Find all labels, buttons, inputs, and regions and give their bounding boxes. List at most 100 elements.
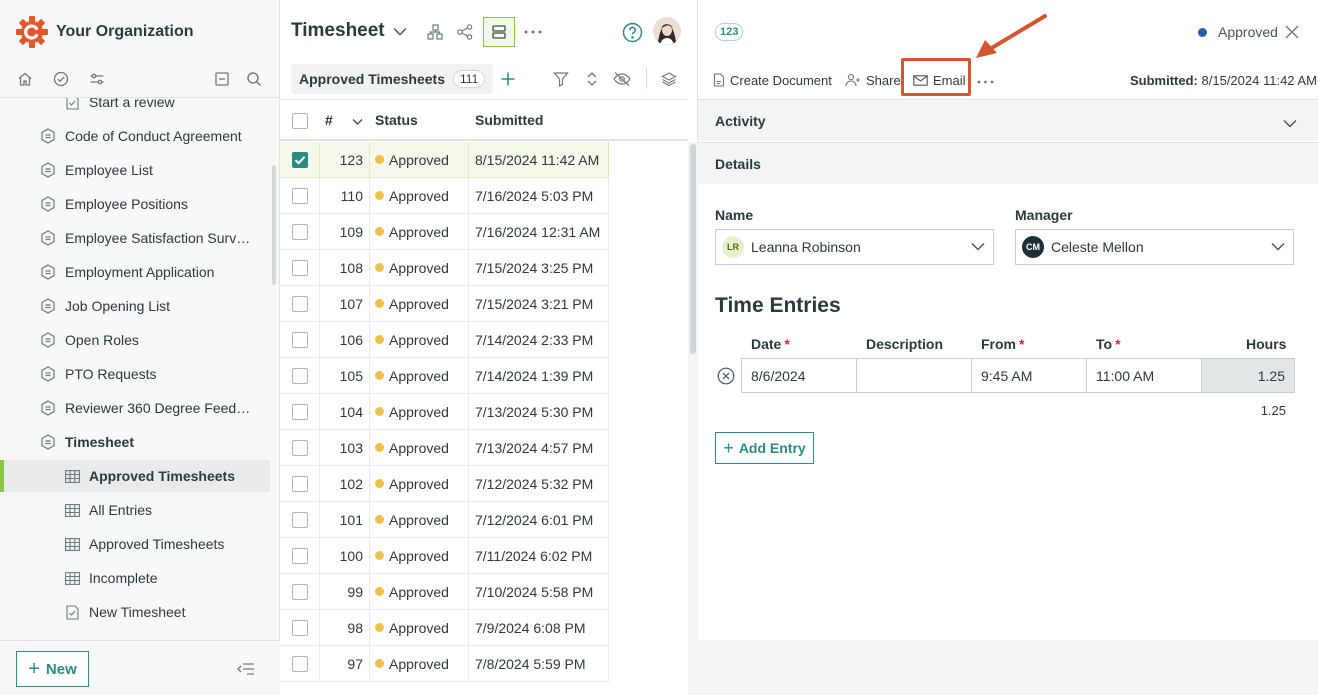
table-row[interactable]: 109 Approved 7/16/2024 12:31 AM: [280, 214, 688, 250]
sidebar-item[interactable]: Incomplete: [0, 562, 270, 594]
table-row[interactable]: 101 Approved 7/12/2024 6:01 PM: [280, 502, 688, 538]
row-select-cell[interactable]: [280, 394, 320, 430]
row-select-cell[interactable]: [280, 358, 320, 394]
row-select-cell[interactable]: [280, 466, 320, 502]
create-document-button[interactable]: Create Document: [713, 70, 832, 90]
sidebar-item[interactable]: Employee Satisfaction Surve...: [0, 222, 270, 254]
row-checkbox[interactable]: [291, 295, 308, 312]
sidebar-item[interactable]: Job Opening List: [0, 290, 270, 322]
table-row[interactable]: 103 Approved 7/13/2024 4:57 PM: [280, 430, 688, 466]
search-icon[interactable]: [244, 69, 264, 89]
column-header-status[interactable]: Status: [375, 112, 418, 128]
share-nodes-icon[interactable]: [453, 18, 477, 46]
layers-icon[interactable]: [658, 68, 680, 90]
view-tab-approved-timesheets[interactable]: Approved Timesheets 111: [291, 64, 494, 94]
row-select-cell[interactable]: [280, 430, 320, 466]
row-select-cell[interactable]: [280, 250, 320, 286]
row-select-cell[interactable]: [280, 286, 320, 322]
help-icon[interactable]: [620, 18, 644, 46]
sidebar-item[interactable]: Open Roles: [0, 324, 270, 356]
collapse-all-icon[interactable]: [212, 69, 232, 89]
close-icon[interactable]: [1283, 23, 1301, 41]
add-view-icon[interactable]: [497, 68, 519, 90]
table-row[interactable]: 97 Approved 7/8/2024 5:59 PM: [280, 646, 688, 682]
table-row[interactable]: 105 Approved 7/14/2024 1:39 PM: [280, 358, 688, 394]
entry-description-input[interactable]: [856, 358, 972, 393]
add-entry-button[interactable]: + Add Entry: [715, 432, 814, 464]
share-button[interactable]: Share: [845, 70, 901, 90]
home-icon[interactable]: [15, 69, 35, 89]
new-button[interactable]: + New: [16, 651, 89, 687]
row-checkbox[interactable]: [291, 583, 308, 600]
sidebar-item[interactable]: PTO Requests: [0, 358, 270, 390]
sort-icon[interactable]: [581, 68, 603, 90]
list-scrollbar[interactable]: [688, 142, 698, 695]
row-select-cell[interactable]: [280, 214, 320, 250]
entry-date-input[interactable]: 8/6/2024: [741, 358, 857, 393]
row-checkbox[interactable]: [291, 367, 308, 384]
sidebar-item[interactable]: Timesheet: [0, 426, 270, 458]
row-checkbox[interactable]: [291, 475, 308, 492]
layout-toggle-button[interactable]: [483, 17, 515, 47]
sidebar-item[interactable]: Start a review: [0, 98, 270, 118]
more-actions-icon[interactable]: [977, 72, 994, 92]
entry-to-input[interactable]: 11:00 AM: [1086, 358, 1202, 393]
hide-fields-icon[interactable]: [611, 68, 633, 90]
table-row[interactable]: 108 Approved 7/15/2024 3:25 PM: [280, 250, 688, 286]
user-avatar[interactable]: [653, 17, 681, 45]
row-checkbox[interactable]: [291, 439, 308, 456]
row-checkbox[interactable]: [291, 151, 308, 168]
table-row[interactable]: 104 Approved 7/13/2024 5:30 PM: [280, 394, 688, 430]
row-select-cell[interactable]: [280, 142, 320, 178]
row-checkbox[interactable]: [291, 619, 308, 636]
sidebar-item[interactable]: Approved Timesheets: [0, 460, 270, 492]
row-select-cell[interactable]: [280, 574, 320, 610]
row-checkbox[interactable]: [291, 655, 308, 672]
collapse-sidebar-icon[interactable]: [236, 661, 256, 677]
table-row[interactable]: 102 Approved 7/12/2024 5:32 PM: [280, 466, 688, 502]
sidebar-item[interactable]: Approved Timesheets: [0, 528, 270, 560]
table-row[interactable]: 123 Approved 8/15/2024 11:42 AM: [280, 142, 688, 178]
org-switcher[interactable]: Your Organization: [16, 16, 193, 48]
sidebar-scrollbar[interactable]: [272, 165, 276, 285]
remove-entry-icon[interactable]: [717, 367, 735, 385]
filter-icon[interactable]: [550, 68, 572, 90]
row-select-cell[interactable]: [280, 538, 320, 574]
row-select-cell[interactable]: [280, 502, 320, 538]
row-checkbox[interactable]: [291, 259, 308, 276]
row-select-cell[interactable]: [280, 610, 320, 646]
table-row[interactable]: 99 Approved 7/10/2024 5:58 PM: [280, 574, 688, 610]
row-select-cell[interactable]: [280, 178, 320, 214]
activity-section[interactable]: Activity: [698, 99, 1318, 141]
row-checkbox[interactable]: [291, 511, 308, 528]
row-select-cell[interactable]: [280, 322, 320, 358]
table-row[interactable]: 98 Approved 7/9/2024 6:08 PM: [280, 610, 688, 646]
row-checkbox[interactable]: [291, 403, 308, 420]
more-options-icon[interactable]: [521, 18, 545, 46]
select-all-checkbox[interactable]: [292, 113, 308, 129]
manager-select[interactable]: CM Celeste Mellon: [1015, 229, 1294, 265]
sidebar-item[interactable]: New Timesheet: [0, 596, 270, 628]
record-status[interactable]: Approved: [1198, 24, 1278, 40]
column-header-number[interactable]: #: [325, 112, 333, 128]
sidebar-item[interactable]: All Entries: [0, 494, 270, 526]
sidebar-item[interactable]: Reviewer 360 Degree Feedb...: [0, 392, 270, 424]
row-checkbox[interactable]: [291, 547, 308, 564]
row-checkbox[interactable]: [291, 331, 308, 348]
sidebar-item[interactable]: Code of Conduct Agreement: [0, 120, 270, 152]
hierarchy-icon[interactable]: [423, 18, 447, 46]
table-row[interactable]: 107 Approved 7/15/2024 3:21 PM: [280, 286, 688, 322]
name-select[interactable]: LR Leanna Robinson: [715, 229, 994, 265]
sidebar-item[interactable]: Employee Positions: [0, 188, 270, 220]
entry-from-input[interactable]: 9:45 AM: [971, 358, 1087, 393]
row-select-cell[interactable]: [280, 646, 320, 682]
list-scrollbar-thumb[interactable]: [690, 144, 696, 354]
row-checkbox[interactable]: [291, 223, 308, 240]
table-row[interactable]: 100 Approved 7/11/2024 6:02 PM: [280, 538, 688, 574]
sort-desc-icon[interactable]: [352, 113, 363, 129]
check-circle-icon[interactable]: [51, 69, 71, 89]
row-checkbox[interactable]: [291, 187, 308, 204]
sliders-icon[interactable]: [87, 69, 107, 89]
column-header-submitted[interactable]: Submitted: [475, 112, 543, 128]
table-row[interactable]: 106 Approved 7/14/2024 2:33 PM: [280, 322, 688, 358]
